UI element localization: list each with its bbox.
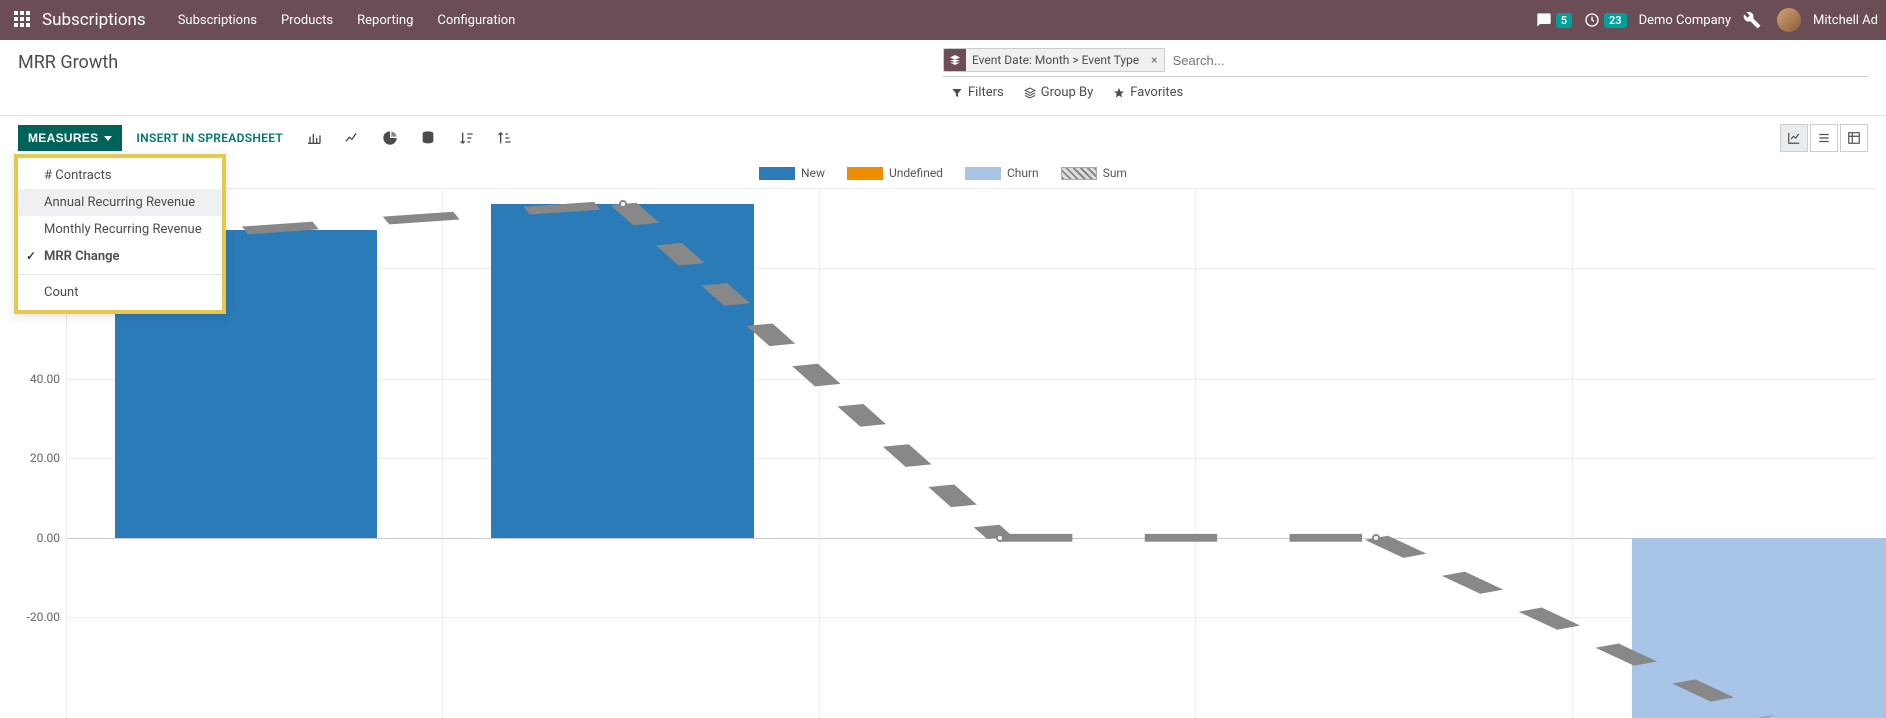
measure-mrr-change[interactable]: MRR Change xyxy=(18,243,222,270)
user-name[interactable]: Mitchell Ad xyxy=(1813,13,1878,28)
groupby-label: Group By xyxy=(1041,85,1094,100)
messaging-count: 5 xyxy=(1556,13,1572,28)
page-title: MRR Growth xyxy=(18,48,943,87)
nav-reporting[interactable]: Reporting xyxy=(345,13,425,28)
nav-configuration[interactable]: Configuration xyxy=(425,13,527,28)
measure-contracts[interactable]: # Contracts xyxy=(18,162,222,189)
bar-chart-icon[interactable] xyxy=(303,127,325,149)
favorites-label: Favorites xyxy=(1130,85,1183,100)
measures-label: MEASURES xyxy=(28,131,98,145)
groupby-button[interactable]: Group By xyxy=(1024,85,1094,100)
user-avatar[interactable] xyxy=(1777,8,1801,32)
measures-button[interactable]: MEASURES xyxy=(18,125,122,151)
app-title[interactable]: Subscriptions xyxy=(42,10,146,30)
caret-down-icon xyxy=(104,136,112,141)
nav-subscriptions[interactable]: Subscriptions xyxy=(166,13,269,28)
search-facet-groupby: Event Date: Month > Event Type × xyxy=(943,48,1165,72)
legend-churn[interactable]: Churn xyxy=(965,166,1039,180)
layers-icon xyxy=(944,49,966,71)
pivot-view-icon[interactable] xyxy=(1840,124,1868,152)
messaging-icon[interactable]: 5 xyxy=(1536,12,1572,28)
chart-plot: 8 6 40.00 20.00 0.00 -20.00 xyxy=(66,188,1876,718)
debug-tools-icon[interactable] xyxy=(1743,11,1761,29)
sort-desc-icon[interactable] xyxy=(455,127,477,149)
control-panel: MRR Growth Event Date: Month > Event Typ… xyxy=(0,40,1886,116)
company-switcher[interactable]: Demo Company xyxy=(1639,13,1731,28)
chart-type-group xyxy=(303,127,515,149)
favorites-button[interactable]: Favorites xyxy=(1113,85,1183,100)
chart-container: New Undefined Churn Sum 8 6 40.00 20.00 … xyxy=(0,160,1886,718)
ytick: 40.00 xyxy=(30,372,60,386)
legend-sum[interactable]: Sum xyxy=(1061,166,1127,180)
filters-label: Filters xyxy=(968,85,1004,100)
activities-count: 23 xyxy=(1604,13,1627,28)
filters-button[interactable]: Filters xyxy=(951,85,1004,100)
measures-dropdown: # Contracts Annual Recurring Revenue Mon… xyxy=(14,154,226,314)
dropdown-separator xyxy=(18,274,222,275)
stacked-icon[interactable] xyxy=(417,127,439,149)
activities-icon[interactable]: 23 xyxy=(1584,12,1627,28)
graph-toolbar: MEASURES INSERT IN SPREADSHEET # Contrac… xyxy=(0,116,1886,160)
ytick: 20.00 xyxy=(30,451,60,465)
measure-arr[interactable]: Annual Recurring Revenue xyxy=(18,189,222,216)
line-chart-icon[interactable] xyxy=(341,127,363,149)
chart-legend: New Undefined Churn Sum xyxy=(10,160,1876,188)
search-input[interactable] xyxy=(1165,49,1868,72)
view-switcher xyxy=(1780,124,1868,152)
nav-products[interactable]: Products xyxy=(269,13,345,28)
legend-undefined[interactable]: Undefined xyxy=(847,166,943,180)
ytick: 0.00 xyxy=(37,531,60,545)
pie-chart-icon[interactable] xyxy=(379,127,401,149)
ytick: -20.00 xyxy=(27,610,60,624)
facet-remove-icon[interactable]: × xyxy=(1145,53,1163,67)
sum-line xyxy=(66,188,1876,718)
sort-asc-icon[interactable] xyxy=(493,127,515,149)
list-view-icon[interactable] xyxy=(1810,124,1838,152)
measure-count[interactable]: Count xyxy=(18,279,222,306)
apps-icon[interactable] xyxy=(14,11,32,29)
measure-mrr[interactable]: Monthly Recurring Revenue xyxy=(18,216,222,243)
legend-new[interactable]: New xyxy=(759,166,825,180)
search-bar: Event Date: Month > Event Type × xyxy=(943,48,1868,77)
insert-spreadsheet-button[interactable]: INSERT IN SPREADSHEET xyxy=(136,131,283,145)
facet-label: Event Date: Month > Event Type xyxy=(966,53,1145,67)
top-navbar: Subscriptions Subscriptions Products Rep… xyxy=(0,0,1886,40)
graph-view-icon[interactable] xyxy=(1780,124,1808,152)
